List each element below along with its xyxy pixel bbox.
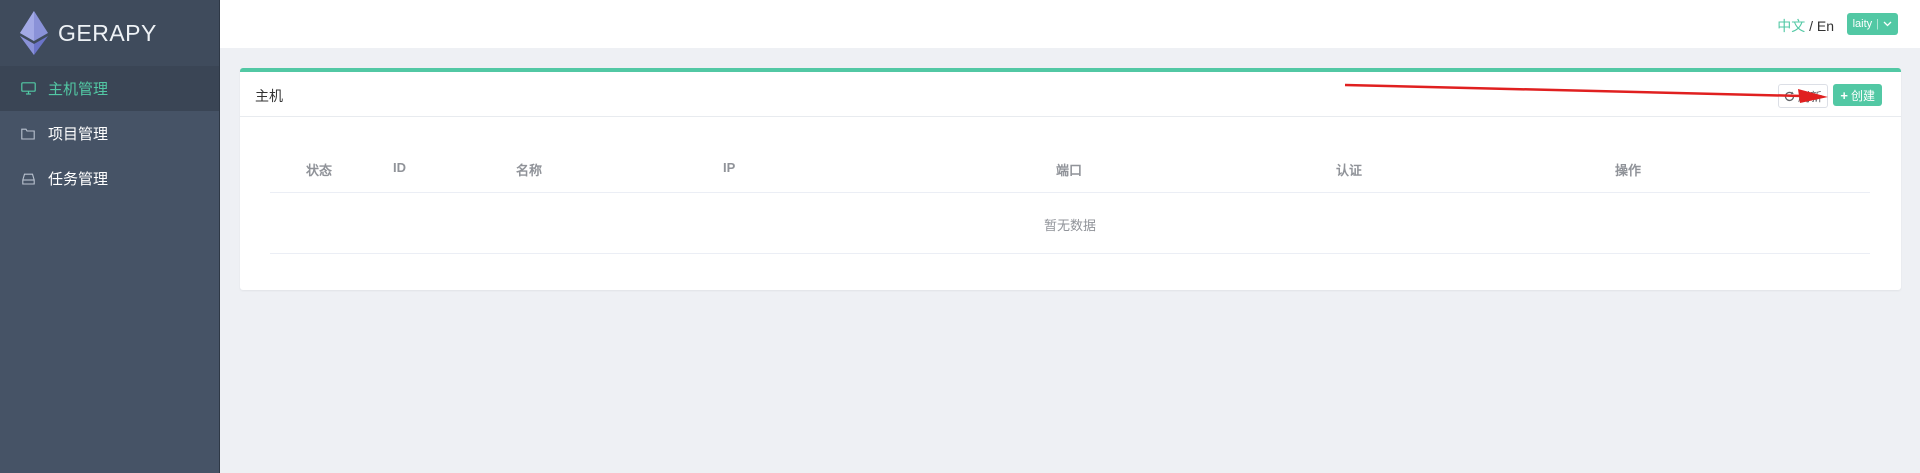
user-menu-button[interactable]: laity | [1846, 13, 1898, 35]
lang-separator: / [1805, 18, 1817, 34]
language-switcher: 中文 / En [1777, 16, 1834, 36]
divider: | [1876, 18, 1879, 30]
create-label: 创建 [1850, 88, 1875, 103]
sidebar-item-tasks[interactable]: 任务管理 [0, 156, 219, 201]
monitor-icon [20, 81, 36, 97]
column-header-ip: IP [723, 160, 736, 175]
empty-row: 暂无数据 [270, 193, 1870, 254]
empty-text: 暂无数据 [1043, 218, 1096, 233]
username: laity [1852, 18, 1873, 30]
column-header-id: ID [393, 160, 406, 175]
logo[interactable]: GERAPY [0, 0, 219, 66]
brand-name: GERAPY [58, 19, 157, 46]
annotation-arrow [1344, 83, 1828, 103]
sidebar: GERAPY 主机管理 项目管理 任务管理 [0, 0, 220, 473]
chevron-down-icon [1883, 21, 1892, 27]
column-header-actions: 操作 [1615, 163, 1642, 178]
hosts-table: 状态 ID 名称 IP 端口 认证 操作 暂无数据 [270, 120, 1870, 254]
column-header-name: 名称 [516, 163, 543, 178]
lang-zh-link[interactable]: 中文 [1777, 18, 1805, 34]
create-button[interactable]: + 创建 [1833, 84, 1882, 106]
lang-en-link[interactable]: En [1817, 18, 1834, 34]
column-header-port: 端口 [1056, 163, 1083, 178]
sidebar-item-hosts[interactable]: 主机管理 [0, 66, 219, 111]
sidebar-item-label: 主机管理 [48, 81, 109, 98]
sidebar-item-label: 项目管理 [48, 126, 109, 143]
plus-icon: + [1840, 87, 1848, 103]
ethereum-logo-icon [20, 11, 48, 55]
column-header-auth: 认证 [1336, 163, 1363, 178]
panel-title: 主机 [255, 88, 283, 104]
topbar: 中文 / En laity | [220, 0, 1920, 48]
folder-icon [20, 126, 36, 142]
sidebar-item-projects[interactable]: 项目管理 [0, 111, 219, 156]
table-header: 状态 ID 名称 IP 端口 认证 操作 [270, 144, 1870, 193]
inbox-icon [20, 171, 36, 187]
column-header-status: 状态 [306, 163, 333, 178]
sidebar-item-label: 任务管理 [48, 171, 109, 188]
